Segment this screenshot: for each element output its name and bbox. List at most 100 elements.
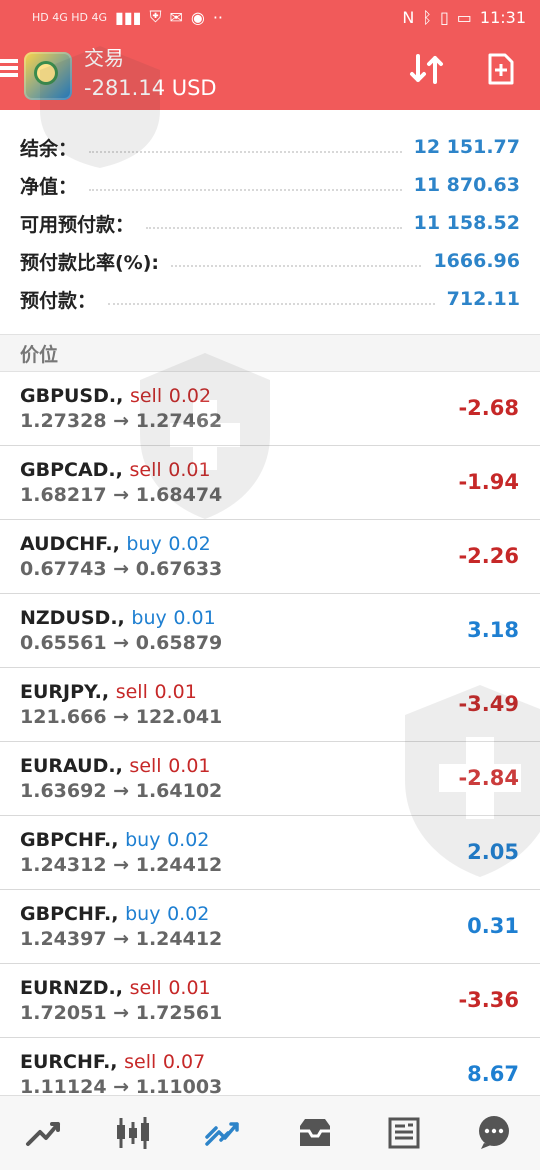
- summary-row: 预付款比率(%): 1666.96: [20, 242, 520, 280]
- open-price: 121.666: [20, 706, 107, 728]
- summary-value: 712.11: [446, 288, 520, 310]
- price-line: 1.63692 → 1.64102: [20, 780, 222, 802]
- symbol-label: EURNZD.,: [20, 977, 123, 999]
- summary-label: 预付款比率(%):: [20, 251, 160, 274]
- symbol-label: GBPCAD.,: [20, 459, 123, 481]
- side-label: sell: [129, 459, 162, 481]
- profit-value: -2.68: [458, 396, 519, 420]
- lots-label: 0.01: [168, 977, 211, 999]
- arrow-icon: →: [113, 780, 130, 802]
- position-row[interactable]: EURNZD., sell 0.01 1.72051 → 1.72561 -3.36: [0, 964, 540, 1038]
- arrow-icon: →: [113, 632, 130, 654]
- price-line: 0.65561 → 0.65879: [20, 632, 222, 654]
- side-label: sell: [129, 385, 163, 407]
- shield-icon: ⛨: [149, 7, 162, 26]
- bottom-navigation: [0, 1095, 540, 1170]
- current-price: 1.24412: [135, 854, 223, 876]
- page-title: 交易: [84, 46, 124, 70]
- current-price: 1.72561: [135, 1002, 223, 1024]
- lots-label: 0.02: [167, 829, 210, 851]
- lots-label: 0.02: [167, 903, 210, 925]
- quotes-icon[interactable]: [19, 1107, 71, 1159]
- price-line: 1.68217 → 1.68474: [20, 484, 222, 506]
- current-price: 1.27462: [135, 410, 223, 432]
- position-row[interactable]: NZDUSD., buy 0.01 0.65561 → 0.65879 3.18: [0, 594, 540, 668]
- dot-leader: [89, 189, 402, 191]
- price-line: 0.67743 → 0.67633: [20, 558, 222, 580]
- position-row[interactable]: EURAUD., sell 0.01 1.63692 → 1.64102 -2.84: [0, 742, 540, 816]
- dot-leader: [146, 227, 402, 229]
- arrow-icon: →: [113, 410, 130, 432]
- summary-label: 预付款：: [20, 289, 97, 312]
- floating-pl: -281.14 USD: [84, 76, 217, 100]
- chart-icon[interactable]: [109, 1107, 161, 1159]
- profit-value: 0.31: [467, 914, 519, 938]
- position-title: GBPUSD., sell 0.02: [20, 385, 211, 407]
- nfc-icon: N: [402, 7, 415, 27]
- menu-icon[interactable]: [0, 56, 18, 82]
- open-price: 1.68217: [20, 484, 107, 506]
- price-line: 1.24397 → 1.24412: [20, 928, 222, 950]
- position-title: EURJPY., sell 0.01: [20, 681, 197, 703]
- side-label: buy: [126, 533, 162, 555]
- chat-icon[interactable]: [469, 1107, 521, 1159]
- trade-icon[interactable]: [199, 1107, 251, 1159]
- position-row[interactable]: GBPCAD., sell 0.01 1.68217 → 1.68474 -1.94: [0, 446, 540, 520]
- summary-value: 12 151.77: [413, 136, 520, 158]
- time: 11:31: [479, 7, 526, 27]
- message-icon: ✉: [169, 7, 183, 27]
- summary-row: 可用预付款： 11 158.52: [20, 204, 520, 242]
- dot-leader: [171, 265, 422, 267]
- network-label: HD 4G HD 4G: [32, 10, 108, 24]
- open-price: 1.24312: [20, 854, 107, 876]
- position-title: EURAUD., sell 0.01: [20, 755, 211, 777]
- position-title: GBPCHF., buy 0.02: [20, 829, 209, 851]
- side-label: sell: [129, 977, 162, 999]
- position-row[interactable]: GBPUSD., sell 0.02 1.27328 → 1.27462 -2.68: [0, 372, 540, 446]
- lots-label: 0.01: [168, 755, 211, 777]
- current-price: 0.65879: [135, 632, 223, 654]
- symbol-label: GBPUSD.,: [20, 385, 124, 407]
- status-right: N ᛒ ▯ ▭ 11:31: [402, 8, 526, 27]
- lots-label: 0.01: [173, 607, 216, 629]
- position-row[interactable]: EURJPY., sell 0.01 121.666 → 122.041 -3.49: [0, 668, 540, 742]
- symbol-label: EURAUD.,: [20, 755, 123, 777]
- header-actions: [408, 52, 516, 86]
- summary-label: 结余：: [20, 137, 78, 160]
- signal-icon: ▮▮▮: [115, 7, 142, 27]
- profit-value: -3.49: [458, 692, 519, 716]
- vibration-icon: ▯: [439, 7, 449, 27]
- position-row[interactable]: GBPCHF., buy 0.02 1.24312 → 1.24412 2.05: [0, 816, 540, 890]
- position-row[interactable]: AUDCHF., buy 0.02 0.67743 → 0.67633 -2.26: [0, 520, 540, 594]
- current-price: 1.68474: [135, 484, 223, 506]
- positions-list: GBPUSD., sell 0.02 1.27328 → 1.27462 -2.68…: [0, 372, 540, 1112]
- side-label: sell: [129, 755, 162, 777]
- open-price: 1.72051: [20, 1002, 107, 1024]
- new-order-icon[interactable]: [486, 52, 516, 86]
- position-row[interactable]: GBPCHF., buy 0.02 1.24397 → 1.24412 0.31: [0, 890, 540, 964]
- position-title: EURNZD., sell 0.01: [20, 977, 211, 999]
- symbol-label: AUDCHF.,: [20, 533, 120, 555]
- position-title: NZDUSD., buy 0.01: [20, 607, 216, 629]
- more-dots-icon: ··: [212, 7, 224, 27]
- summary-row: 净值： 11 870.63: [20, 166, 520, 204]
- sort-icon[interactable]: [408, 52, 446, 86]
- status-bar: HD 4G HD 4G ▮▮▮ ⛨ ✉ ◉ ·· N ᛒ ▯ ▭ 11:31: [0, 0, 540, 34]
- arrow-icon: →: [113, 854, 130, 876]
- position-title: EURCHF., sell 0.07: [20, 1051, 205, 1073]
- arrow-icon: →: [113, 706, 130, 728]
- history-icon[interactable]: [289, 1107, 341, 1159]
- summary-value: 11 158.52: [413, 212, 520, 234]
- summary-row: 预付款： 712.11: [20, 280, 520, 318]
- price-line: 1.27328 → 1.27462: [20, 410, 222, 432]
- news-icon[interactable]: [379, 1107, 431, 1159]
- dot-leader: [89, 151, 402, 153]
- position-title: GBPCHF., buy 0.02: [20, 903, 209, 925]
- profit-value: -2.26: [458, 544, 519, 568]
- lots-label: 0.02: [168, 533, 211, 555]
- battery-icon: ▭: [456, 7, 472, 27]
- profit-value: -1.94: [458, 470, 519, 494]
- summary-row: 结余： 12 151.77: [20, 128, 520, 166]
- lots-label: 0.02: [168, 385, 212, 407]
- price-line: 121.666 → 122.041: [20, 706, 222, 728]
